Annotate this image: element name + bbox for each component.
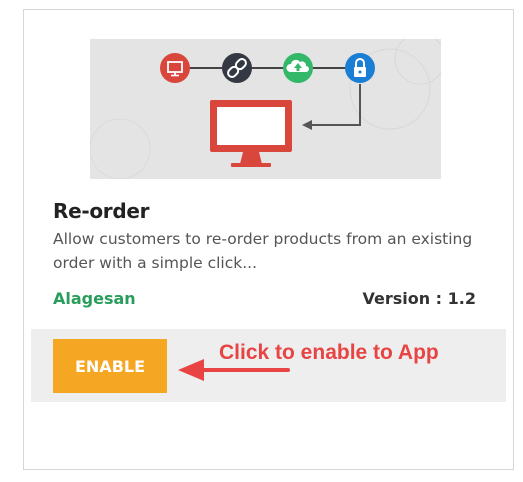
app-banner-image [90, 39, 441, 179]
app-title: Re-order [53, 199, 150, 223]
enable-button[interactable]: ENABLE [53, 339, 167, 393]
author-link[interactable]: Alagesan [53, 289, 136, 308]
link-icon [222, 53, 252, 83]
cloud-upload-icon [283, 53, 313, 83]
version-label: Version : 1.2 [362, 289, 476, 308]
app-card: Re-order Allow customers to re-order pro… [23, 9, 514, 470]
app-description: Allow customers to re-order products fro… [53, 230, 473, 272]
annotation-text: Click to enable to App [219, 341, 439, 364]
lock-icon [345, 53, 375, 83]
desktop-icon [160, 53, 190, 83]
monitor-icon [210, 100, 292, 167]
